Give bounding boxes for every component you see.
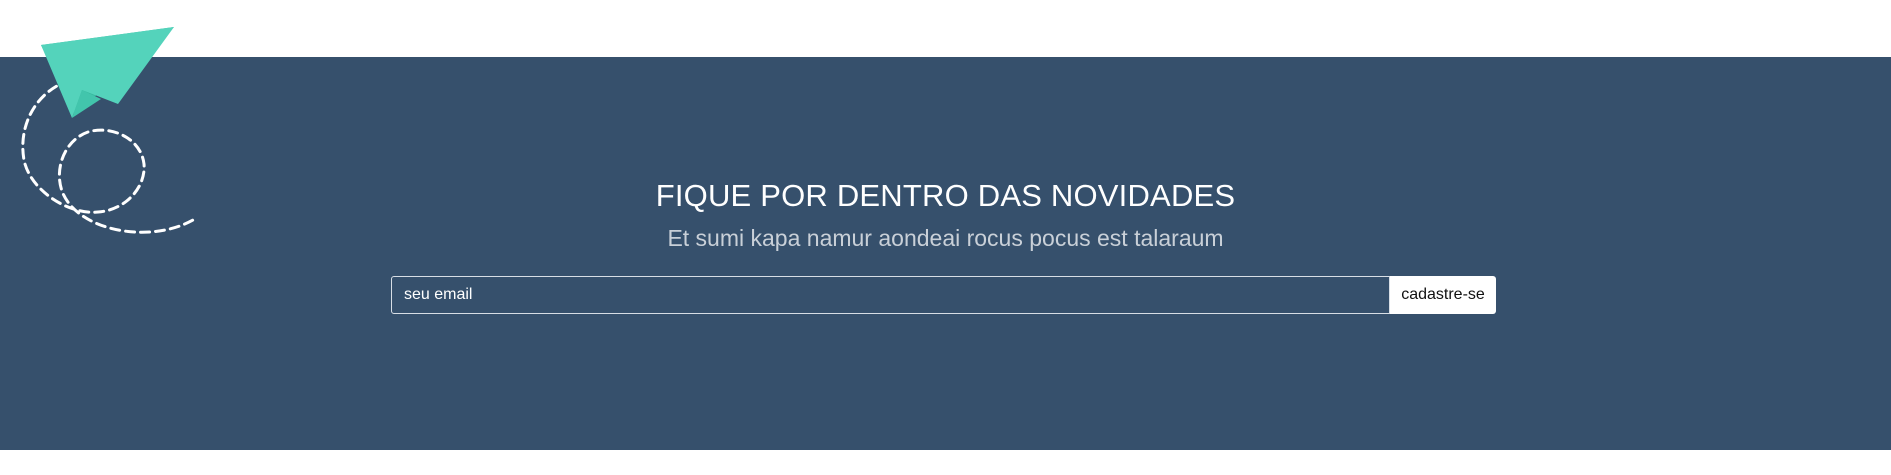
page: FIQUE POR DENTRO DAS NOVIDADES Et sumi k… xyxy=(0,0,1891,475)
newsletter-subtitle: Et sumi kapa namur aondeai rocus pocus e… xyxy=(667,225,1224,251)
newsletter-section: FIQUE POR DENTRO DAS NOVIDADES Et sumi k… xyxy=(0,57,1891,450)
newsletter-title: FIQUE POR DENTRO DAS NOVIDADES xyxy=(655,178,1236,213)
dashed-flight-path xyxy=(21,78,195,234)
newsletter-form: cadastre-se xyxy=(391,276,1496,314)
subscribe-button[interactable]: cadastre-se xyxy=(1390,276,1496,314)
email-field[interactable] xyxy=(391,276,1390,314)
paper-plane-body xyxy=(41,27,174,118)
paper-plane-icon xyxy=(21,27,195,234)
